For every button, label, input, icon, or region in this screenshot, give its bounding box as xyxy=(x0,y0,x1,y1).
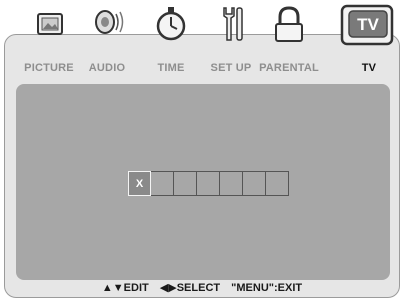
tv-icon-text: TV xyxy=(357,15,379,34)
speaker-icon xyxy=(95,10,124,34)
footer-hints: ▲▼EDIT ◀▶SELECT "MENU":EXIT xyxy=(0,281,404,294)
tab-label-parental: PARENTAL xyxy=(259,62,319,74)
tools-icon xyxy=(223,7,243,41)
tv-icon: TV xyxy=(340,4,394,46)
stopwatch-icon xyxy=(156,7,186,41)
tab-parental[interactable]: PARENTAL xyxy=(258,4,320,80)
code-box[interactable] xyxy=(151,171,174,196)
tab-label-time: TIME xyxy=(157,62,185,74)
padlock-icon xyxy=(275,6,303,42)
code-box[interactable] xyxy=(197,171,220,196)
code-box[interactable] xyxy=(243,171,266,196)
code-box-current[interactable]: X xyxy=(128,171,151,196)
edit-hint: ▲▼EDIT xyxy=(101,282,149,294)
tab-audio[interactable]: AUDIO xyxy=(76,4,138,80)
code-box[interactable] xyxy=(174,171,197,196)
code-box[interactable] xyxy=(266,171,289,196)
tab-time[interactable]: TIME xyxy=(140,4,202,80)
select-hint: ◀▶SELECT xyxy=(159,282,221,294)
tab-setup[interactable]: SET UP xyxy=(200,4,262,80)
tab-label-setup: SET UP xyxy=(210,62,252,74)
tab-label-picture: PICTURE xyxy=(24,62,74,74)
tab-label-tv: TV xyxy=(361,62,377,74)
exit-hint: "MENU":EXIT xyxy=(231,282,303,294)
picture-icon xyxy=(37,13,63,35)
tab-picture[interactable]: PICTURE xyxy=(18,4,80,80)
tab-tv[interactable]: TV TV xyxy=(338,4,400,80)
code-entry[interactable]: X xyxy=(128,171,289,196)
tab-label-audio: AUDIO xyxy=(88,62,126,74)
osd-menu: PICTURE AUDIO TIME SET UP PARENTAL TV TV… xyxy=(0,0,404,302)
code-box[interactable] xyxy=(220,171,243,196)
